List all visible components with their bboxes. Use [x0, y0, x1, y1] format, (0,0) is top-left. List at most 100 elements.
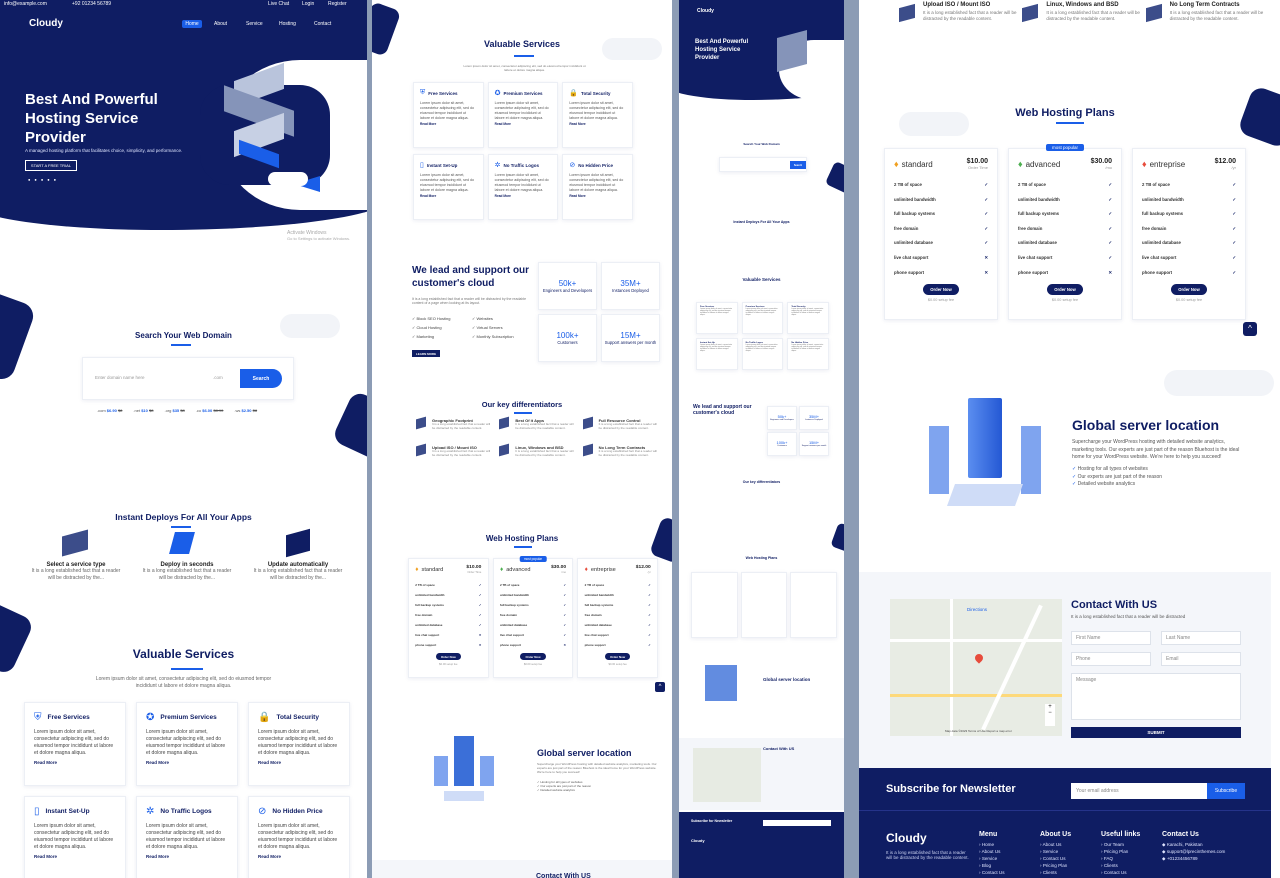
read-more-link[interactable]: Read More — [146, 854, 228, 859]
footer-link[interactable]: › Contact Us — [1040, 855, 1101, 862]
topbar-email[interactable]: info@example.com — [4, 1, 47, 7]
read-more-link[interactable]: Read More — [495, 194, 552, 198]
footer-link[interactable]: ◆ Karachi, Pakistan — [1162, 841, 1232, 848]
preview-panel-2: Valuable Services Lorem ipsum dolor sit … — [372, 0, 672, 878]
topbar-register[interactable]: Register — [328, 1, 347, 7]
message-textarea[interactable]: Message — [1071, 673, 1241, 720]
read-more-link[interactable]: Read More — [34, 854, 116, 859]
service-card[interactable]: 🔒 Total Security Lorem ipsum dolor sit ame… — [248, 702, 350, 786]
nav-service[interactable]: Service — [246, 21, 263, 27]
service-card[interactable]: ⛨ Free Services Lorem ipsum dolor sit amet… — [24, 702, 126, 786]
service-card[interactable]: ✪ Premium Services Lorem ipsum dolor sit a… — [487, 82, 559, 148]
service-card[interactable]: Total Security Lorem ipsum dolor sit amet… — [787, 302, 829, 334]
plan-feature: free domain ✓ — [500, 613, 566, 617]
service-card[interactable]: ⊘ No Hidden Price Lorem ipsum dolor sit am… — [562, 154, 633, 220]
tld-select[interactable]: .com — [213, 371, 243, 385]
feature-label: 2 TB of space — [1142, 182, 1170, 187]
footer-link[interactable]: › Blog — [979, 862, 1040, 869]
nav-contact[interactable]: Contact — [314, 21, 331, 27]
plan-feature: unlimited database ✓ — [894, 240, 988, 246]
feature-label: full backup systems — [415, 602, 444, 607]
read-more-link[interactable]: Read More — [34, 760, 116, 765]
domain-input[interactable]: Enter domain name here — [95, 371, 205, 385]
global-list: ✓ Hosting for all types of websites ✓ Ou… — [1072, 466, 1163, 487]
contact-map[interactable]: Directions + − Map data ©2023 Terms of Us… — [890, 599, 1062, 736]
order-now-button[interactable]: Order Now — [520, 652, 546, 661]
footer-link[interactable]: › Our Team — [1101, 841, 1162, 848]
service-card[interactable]: ⊘ No Hidden Price Lorem ipsum dolor sit am… — [248, 796, 350, 878]
scroll-top-button[interactable]: ^ — [655, 682, 665, 692]
footer-link[interactable]: › Contact Us — [1101, 869, 1162, 876]
service-card[interactable]: Premium Services Lorem ipsum dolor sit am… — [741, 302, 784, 334]
footer-link[interactable]: › Contact Us — [979, 869, 1040, 876]
topbar-login[interactable]: Login — [302, 1, 314, 7]
service-card[interactable]: ▯ Instant Set-Up Lorem ipsum dolor sit ame… — [24, 796, 126, 878]
order-now-button[interactable]: Order Now — [605, 652, 631, 661]
newsletter-email-input[interactable]: Your email address — [1071, 783, 1207, 799]
footer-link[interactable]: ◆ +01234456789 — [1162, 855, 1232, 862]
service-body: Lorem ipsum dolor sit amet, consectetur … — [700, 308, 732, 316]
service-card[interactable]: ✲ No Traffic Logos Lorem ipsum dolor sit a… — [487, 154, 559, 220]
footer-link[interactable]: › About Us — [979, 848, 1040, 855]
service-card[interactable]: ✪ Premium Services Lorem ipsum dolor sit a… — [136, 702, 238, 786]
topbar-live-chat[interactable]: Live Chat — [268, 1, 289, 7]
service-card[interactable]: Instant Set-Up Lorem ipsum dolor sit amet… — [696, 338, 738, 370]
service-card[interactable]: ✲ No Traffic Logos Lorem ipsum dolor sit a… — [136, 796, 238, 878]
last-name-input[interactable]: Last Name — [1161, 631, 1241, 645]
hero-cta-button[interactable]: START A FREE TRIAL — [25, 160, 77, 171]
read-more-link[interactable]: Read More — [569, 194, 626, 198]
read-more-link[interactable]: Read More — [495, 122, 552, 126]
first-name-input[interactable]: First Name — [1071, 631, 1151, 645]
apps-icon — [499, 416, 510, 430]
footer-link[interactable]: › FAQ — [1101, 855, 1162, 862]
footer-link[interactable]: › Home — [979, 841, 1040, 848]
read-more-link[interactable]: Read More — [258, 760, 340, 765]
domain-search-button[interactable]: Search — [240, 369, 282, 388]
read-more-link[interactable]: Read More — [569, 122, 626, 126]
service-card[interactable]: No Traffic Logos Lorem ipsum dolor sit am… — [741, 338, 784, 370]
service-card[interactable]: ▯ Instant Set-Up Lorem ipsum dolor sit ame… — [413, 154, 484, 220]
deploy-step-1: Select a service type It is a long establ… — [31, 562, 121, 581]
bug-icon: ✲ — [494, 162, 501, 169]
read-more-link[interactable]: Read More — [420, 122, 477, 126]
service-card[interactable]: ⛨ Free Services Lorem ipsum dolor sit amet… — [413, 82, 484, 148]
order-now-button[interactable]: Order Now — [1171, 284, 1207, 296]
email-input[interactable]: Email — [1161, 652, 1241, 666]
nav-hosting[interactable]: Hosting — [279, 21, 296, 27]
phone-input[interactable]: Phone — [1071, 652, 1151, 666]
footer-link[interactable]: ◆ support@lprecinthemes.com — [1162, 848, 1232, 855]
footer-link[interactable]: › About Us — [1040, 841, 1101, 848]
learn-more-button[interactable]: LEARN MORE — [412, 350, 440, 357]
footer-link[interactable]: › Clients — [1101, 862, 1162, 869]
topbar-phone[interactable]: +92 01234 56789 — [72, 1, 111, 7]
plan-feature: unlimited bandwidth ✓ — [500, 593, 566, 597]
read-more-link[interactable]: Read More — [258, 854, 340, 859]
service-card[interactable]: 🔒 Total Security Lorem ipsum dolor sit ame… — [562, 82, 633, 148]
submit-button[interactable]: SUBMIT — [1071, 727, 1241, 738]
nav-home[interactable]: Home — [182, 20, 202, 28]
map-zoom-controls[interactable]: + − — [1045, 704, 1055, 726]
read-more-link[interactable]: Read More — [146, 760, 228, 765]
footer-link[interactable]: › Pricing Plan — [1040, 862, 1101, 869]
order-now-button[interactable]: Order Now — [923, 284, 959, 296]
subscribe-button[interactable]: Subscribe — [1207, 783, 1245, 799]
service-card[interactable]: Free Services Lorem ipsum dolor sit amet,… — [696, 302, 738, 334]
feature-label: live chat support — [499, 632, 524, 637]
nav-about[interactable]: About — [214, 21, 227, 27]
map-directions[interactable]: Directions — [967, 607, 1007, 617]
feature-label: live chat support — [894, 254, 929, 260]
footer-link[interactable]: › Pricing Plan — [1101, 848, 1162, 855]
read-more-link[interactable]: Read More — [420, 194, 477, 198]
footer-link[interactable]: › Service — [979, 855, 1040, 862]
order-now-button[interactable]: Order Now — [435, 652, 461, 661]
brand-logo[interactable]: Cloudy — [29, 18, 63, 29]
service-card[interactable]: No Hidden Price Lorem ipsum dolor sit ame… — [787, 338, 829, 370]
scroll-top-button-4[interactable]: ^ — [1243, 322, 1257, 336]
footer-link[interactable]: › Service — [1040, 848, 1101, 855]
order-now-button[interactable]: Order Now — [1047, 284, 1083, 296]
footer-link[interactable]: › Clients — [1040, 869, 1101, 876]
plan-feature: free domain ✓ — [1018, 226, 1112, 232]
badge-icon: ✪ — [146, 712, 155, 723]
stat-label: Support answers per month — [604, 339, 657, 345]
footer-brand[interactable]: Cloudy — [886, 831, 927, 845]
